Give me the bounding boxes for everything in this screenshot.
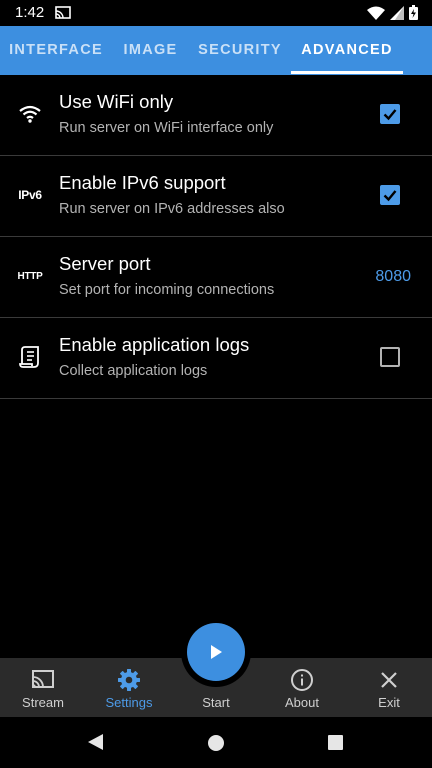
check-icon (383, 109, 397, 121)
tab-indicator (291, 71, 403, 74)
setting-use-wifi-only[interactable]: Use WiFi only Run server on WiFi interfa… (0, 75, 432, 156)
play-icon (211, 645, 222, 659)
server-port-value[interactable]: 8080 (375, 268, 411, 286)
nav-label: Exit (378, 695, 400, 710)
status-time: 1:42 (15, 4, 45, 21)
setting-subtitle: Set port for incoming connections (59, 282, 275, 298)
nav-label: About (285, 695, 319, 710)
ipv6-icon: IPv6 (12, 181, 48, 209)
nav-exit[interactable]: Exit (346, 658, 432, 717)
http-icon-text: HTTP (17, 270, 43, 282)
signal-icon (390, 5, 404, 20)
nav-label: Start (202, 695, 230, 710)
logs-checkbox[interactable] (380, 347, 400, 367)
gear-icon (118, 669, 140, 691)
tab-security[interactable]: SECURITY (189, 26, 291, 75)
status-icons (367, 5, 418, 20)
setting-title: Enable application logs (59, 334, 250, 355)
setting-subtitle: Run server on IPv6 addresses also (59, 201, 285, 217)
cast-icon (55, 6, 71, 19)
nav-label: Stream (22, 695, 64, 710)
setting-enable-ipv6[interactable]: IPv6 Enable IPv6 support Run server on I… (0, 156, 432, 237)
home-icon[interactable] (208, 735, 224, 751)
setting-subtitle: Collect application logs (59, 363, 208, 379)
wifi-only-checkbox[interactable] (380, 104, 400, 124)
tab-interface[interactable]: INTERFACE (0, 26, 112, 75)
tab-image[interactable]: IMAGE (112, 26, 189, 75)
tab-advanced[interactable]: ADVANCED (291, 26, 403, 75)
recents-icon[interactable] (328, 735, 343, 750)
start-button[interactable] (187, 623, 245, 681)
check-icon (383, 190, 397, 202)
setting-title: Server port (59, 253, 151, 274)
setting-server-port[interactable]: HTTP Server port Set port for incoming c… (0, 237, 432, 318)
wifi-icon (12, 100, 48, 128)
setting-subtitle: Run server on WiFi interface only (59, 120, 274, 136)
settings-tabs: INTERFACE IMAGE SECURITY ADVANCED (0, 26, 432, 75)
cast-icon (32, 670, 54, 688)
settings-list: Use WiFi only Run server on WiFi interfa… (0, 75, 432, 399)
http-icon: HTTP (12, 262, 48, 290)
setting-enable-logs[interactable]: Enable application logs Collect applicat… (0, 318, 432, 399)
ipv6-checkbox[interactable] (380, 185, 400, 205)
status-bar: 1:42 (0, 0, 432, 26)
close-icon (381, 672, 397, 688)
setting-title: Enable IPv6 support (59, 172, 226, 193)
battery-icon (409, 5, 418, 20)
back-icon[interactable] (88, 734, 103, 750)
log-icon (12, 343, 48, 371)
nav-stream[interactable]: Stream (0, 658, 86, 717)
setting-title: Use WiFi only (59, 91, 174, 112)
wifi-icon (367, 6, 385, 20)
nav-label: Settings (105, 695, 153, 710)
system-navigation-bar (0, 717, 432, 768)
nav-settings[interactable]: Settings (86, 658, 172, 717)
ipv6-icon-text: IPv6 (18, 188, 42, 202)
info-icon (291, 669, 313, 691)
nav-about[interactable]: About (259, 658, 345, 717)
